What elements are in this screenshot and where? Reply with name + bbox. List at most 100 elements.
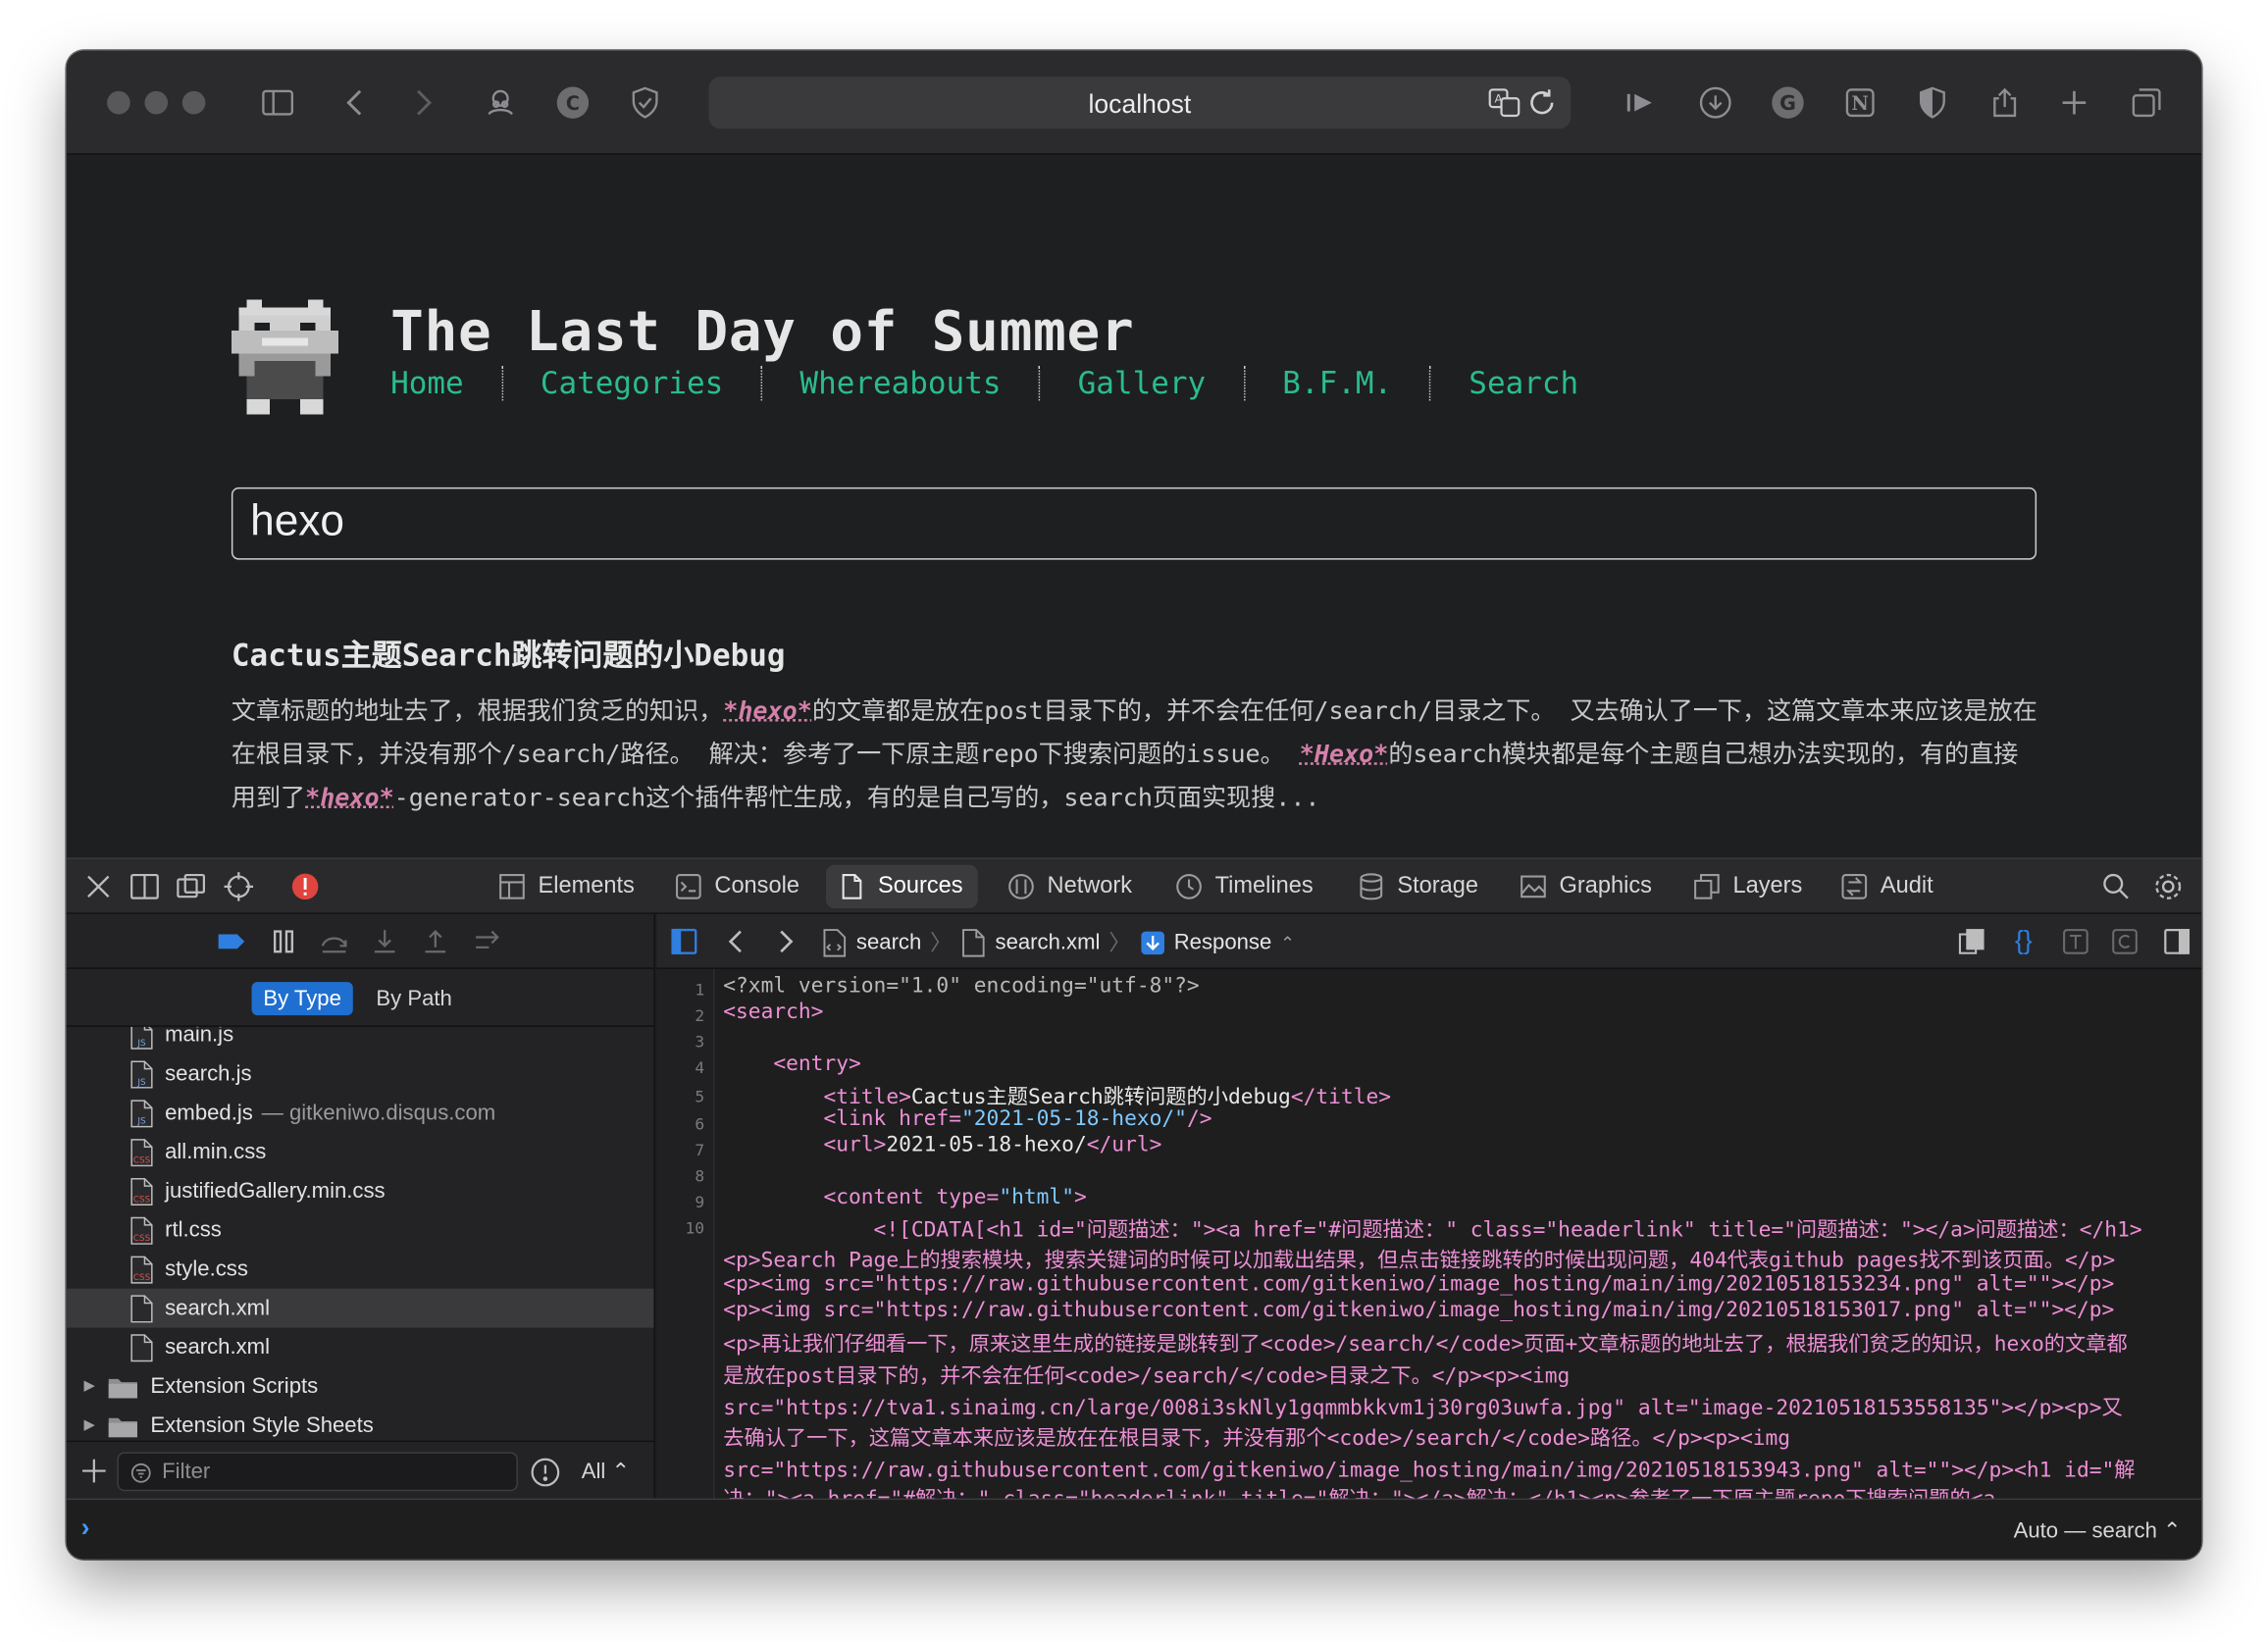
filter-scope-select[interactable]: All ⌃ (582, 1458, 630, 1484)
grammarly-icon[interactable]: G (1765, 79, 1811, 126)
reload-icon[interactable] (1524, 85, 1559, 120)
step-icon[interactable] (472, 926, 503, 957)
nav-categories[interactable]: Categories (541, 366, 723, 400)
filter-input[interactable]: Filter (117, 1452, 518, 1492)
tab-label: Timelines (1214, 873, 1314, 898)
breadcrumb-separator: 〉 (930, 931, 953, 956)
code-line: <url>2021-05-18-hexo/</url> (723, 1134, 1161, 1157)
execution-context-select[interactable]: Auto — search ⌃ (2014, 1517, 2182, 1543)
code-token: <p>Search Page上的搜索模块，搜索关键词的时候可以加载出结果，但点击… (723, 1249, 2116, 1273)
shield-extension-icon[interactable] (622, 79, 668, 126)
toggle-navigator-icon[interactable] (668, 926, 699, 957)
site-search-input[interactable]: hexo (231, 487, 2037, 560)
breadcrumb-file[interactable]: search.xml (996, 930, 1101, 954)
response-mode-select[interactable]: Response (1174, 930, 1272, 954)
nav-whereabouts[interactable]: Whereabouts (799, 366, 1001, 400)
breakpoints-toggle-icon[interactable] (216, 926, 247, 957)
tab-audit[interactable]: Audit (1829, 865, 1948, 908)
reader-icon[interactable] (1617, 79, 1663, 126)
tab-sources[interactable]: Sources (825, 864, 978, 908)
tree-folder[interactable]: ▶ Extension Style Sheets (67, 1406, 654, 1440)
translate-icon[interactable]: A (1487, 85, 1521, 120)
site-title[interactable]: The Last Day of Summer (390, 299, 1134, 363)
address-bar[interactable]: localhost A (708, 77, 1572, 129)
tab-console[interactable]: Console (662, 865, 813, 908)
error-icon[interactable] (289, 871, 321, 902)
site-logo[interactable] (231, 299, 339, 415)
tree-file[interactable]: CSS all.min.css (67, 1133, 654, 1172)
breadcrumb-folder[interactable]: search (856, 930, 921, 954)
tab-graphics[interactable]: Graphics (1507, 865, 1666, 908)
add-icon[interactable] (78, 1455, 110, 1486)
type-icon[interactable] (2060, 926, 2091, 957)
downloads-icon[interactable] (1692, 79, 1738, 126)
code-token: > (1073, 1186, 1087, 1209)
coverage-icon[interactable] (2109, 926, 2140, 957)
close-window-button[interactable] (107, 90, 130, 115)
disclosure-triangle-icon[interactable]: ▶ (84, 1378, 99, 1394)
tree-file[interactable]: JS main.js (67, 1026, 654, 1054)
tab-overview-icon[interactable] (2124, 79, 2170, 126)
close-inspector-icon[interactable] (82, 871, 114, 902)
back-icon[interactable] (333, 79, 379, 126)
debugger-controls (66, 914, 654, 969)
share-icon[interactable] (1982, 79, 2028, 126)
forward-icon[interactable] (769, 926, 800, 957)
pause-icon[interactable] (268, 926, 299, 957)
new-tab-icon[interactable] (2051, 79, 2097, 126)
tree-file[interactable]: JS search.js (67, 1054, 654, 1094)
code-token: 去确认了一下，这篇文章本来应该是放在在根目录下，并没有那个<code>/sear… (723, 1427, 1791, 1451)
console-prompt-icon[interactable]: › (81, 1513, 90, 1543)
search-result-title[interactable]: Cactus主题Search跳转问题的小Debug (232, 632, 786, 675)
code-token: 2021-05-18-hexo/ (886, 1134, 1087, 1157)
sources-navigator: By Type By Path JS main.js JS search.js JS em… (66, 913, 655, 1499)
nav-bfm[interactable]: B.F.M. (1282, 366, 1392, 400)
copy-icon[interactable] (1956, 926, 1987, 957)
nav-home[interactable]: Home (390, 366, 464, 400)
half-shield-icon[interactable] (1909, 79, 1955, 126)
notion-icon[interactable]: N (1837, 79, 1883, 126)
tree-file[interactable]: CSS rtl.css (67, 1210, 654, 1250)
tab-label: Elements (538, 873, 635, 898)
nav-search[interactable]: Search (1469, 366, 1578, 400)
detach-window-icon[interactable] (175, 871, 206, 902)
tree-file[interactable]: JS embed.js — gitkeniwo.disqus.com (67, 1094, 654, 1133)
tree-file[interactable]: CSS style.css (67, 1250, 654, 1289)
step-into-icon[interactable] (369, 926, 400, 957)
step-over-icon[interactable] (318, 926, 349, 957)
back-icon[interactable] (720, 926, 751, 957)
tab-storage[interactable]: Storage (1345, 865, 1492, 908)
info-icon[interactable] (530, 1457, 560, 1487)
dock-side-icon[interactable] (129, 871, 160, 902)
code-view[interactable]: <?xml version="1.0" encoding="utf-8"?> <s… (723, 969, 2195, 1499)
nav-gallery[interactable]: Gallery (1078, 366, 1207, 400)
disclosure-triangle-icon[interactable]: ▶ (84, 1417, 99, 1433)
file-name: style.css (165, 1257, 248, 1282)
extension-c-icon[interactable]: C (549, 79, 595, 126)
step-out-icon[interactable] (420, 926, 451, 957)
sidebar-toggle-icon[interactable] (255, 79, 301, 126)
zoom-window-button[interactable] (181, 90, 206, 115)
tab-timelines[interactable]: Timelines (1162, 865, 1327, 908)
element-picker-icon[interactable] (223, 871, 254, 902)
tree-file[interactable]: search.xml (66, 1288, 654, 1328)
tab-network[interactable]: Network (995, 865, 1146, 908)
tree-file[interactable]: search.xml (67, 1328, 654, 1367)
tree-folder[interactable]: ▶ Extension Scripts (67, 1366, 654, 1406)
gear-icon[interactable] (2152, 871, 2184, 902)
code-line: <search> (723, 1001, 823, 1024)
excerpt-text: -generator-search这个插件帮忙生成，有的是自己写的，search… (393, 784, 1320, 813)
by-type-button[interactable]: By Type (251, 982, 353, 1016)
minimize-window-button[interactable] (144, 90, 169, 115)
privacy-report-icon[interactable] (478, 79, 524, 126)
details-sidebar-icon[interactable] (2161, 926, 2192, 957)
search-icon[interactable] (2100, 871, 2132, 902)
pretty-print-icon[interactable]: {} (2008, 926, 2039, 957)
by-path-button[interactable]: By Path (365, 982, 464, 1015)
forward-icon[interactable] (399, 79, 445, 126)
tree-file[interactable]: CSS justifiedGallery.min.css (67, 1171, 654, 1210)
xml-file-icon (130, 1294, 153, 1322)
source-editor: search 〉 search.xml 〉 Response ⌃ {} 1 2 … (656, 913, 2202, 1499)
tab-elements[interactable]: Elements (486, 865, 648, 908)
tab-layers[interactable]: Layers (1680, 865, 1817, 908)
